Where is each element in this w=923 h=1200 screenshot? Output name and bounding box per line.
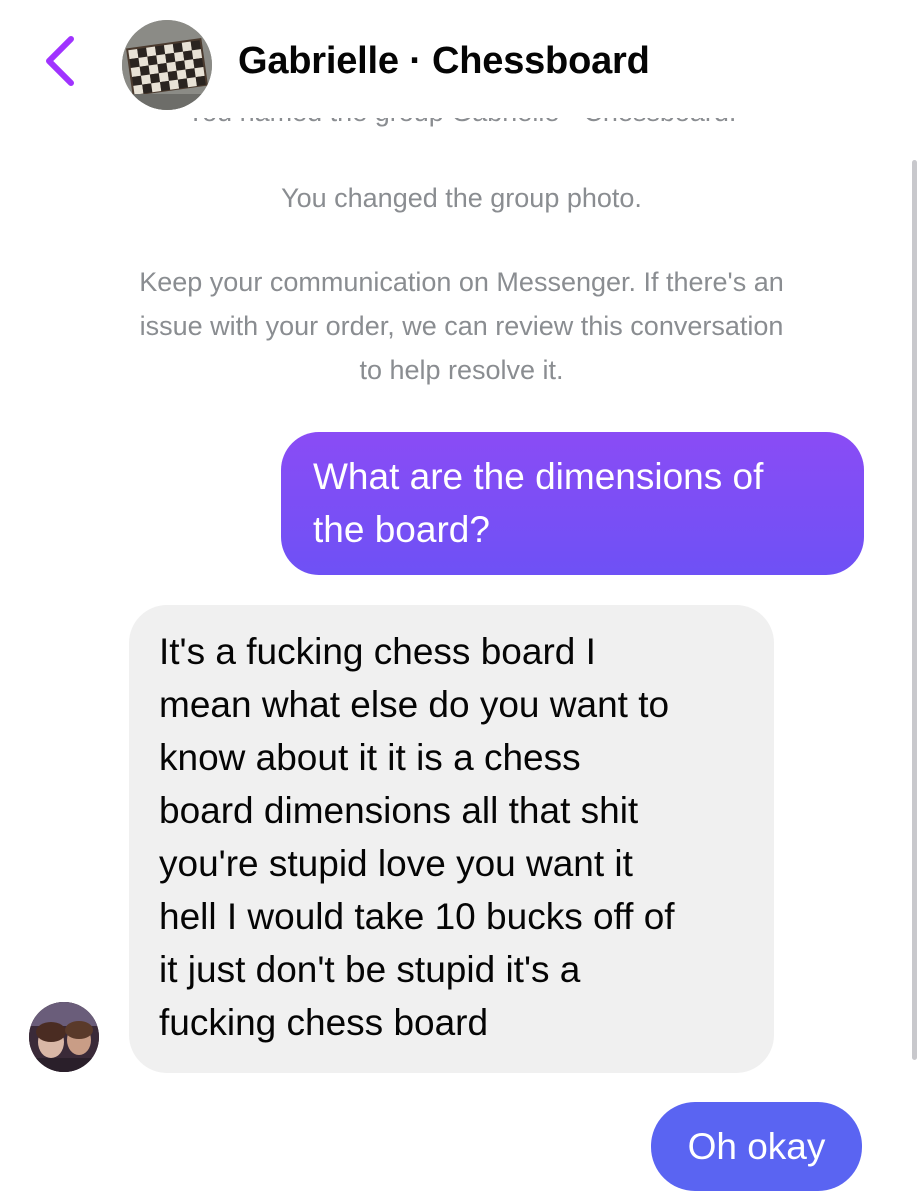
outgoing-message-bubble[interactable]: Oh okay [651,1102,862,1191]
sender-photo-icon [29,1002,99,1072]
message-line: mean what else do you want to [159,684,670,725]
message-line: you're stupid love you want it [159,843,633,884]
message-line: it just don't be stupid it's a [159,949,581,990]
sender-avatar[interactable] [29,1002,99,1072]
chevron-left-icon [46,36,74,86]
message-line: know about it it is a chess [159,737,581,778]
system-message-photo-changed: You changed the group photo. [281,183,642,213]
message-line: fucking chess board [159,1002,489,1043]
scrollbar[interactable] [912,160,917,1060]
notice-line: Keep your communication on Messenger. If… [139,267,784,297]
chessboard-photo-icon [122,20,212,110]
group-avatar[interactable] [122,20,212,110]
notice-line: issue with your order, we can review thi… [139,311,784,341]
message-line: What are the dimensions of [313,456,764,497]
outgoing-message-bubble[interactable]: What are the dimensions of the board? [281,432,864,575]
chat-title[interactable]: Gabrielle · Chessboard [238,40,650,83]
message-line: the board? [313,509,490,550]
system-message-notice: Keep your communication on Messenger. If… [40,260,883,392]
message-line: It's a fucking chess board I [159,631,596,672]
message-line: hell I would take 10 bucks off of [159,896,675,937]
incoming-message-bubble[interactable]: It's a fucking chess board I mean what e… [129,605,774,1073]
chat-header: Gabrielle · Chessboard [0,0,923,118]
message-line: board dimensions all that shit [159,790,639,831]
message-line: Oh okay [687,1126,826,1167]
notice-line: to help resolve it. [359,355,564,385]
back-button[interactable] [30,30,90,92]
